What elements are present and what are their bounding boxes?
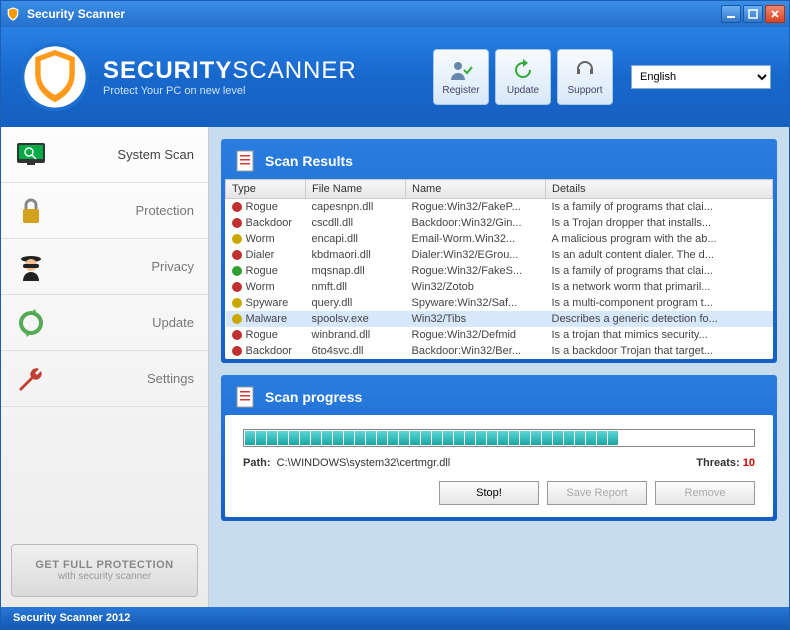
col-name[interactable]: Name	[406, 180, 546, 199]
save-report-button[interactable]: Save Report	[547, 481, 647, 505]
scan-path: Path: C:\WINDOWS\system32\certmgr.dll	[243, 457, 450, 469]
scan-results-panel: Scan Results Type File Name Name Details…	[221, 139, 777, 363]
table-row[interactable]: Backdoor6to4svc.dllBackdoor:Win32/Ber...…	[226, 343, 773, 359]
gear-refresh-icon	[15, 307, 47, 339]
table-row[interactable]: Roguecapesnpn.dllRogue:Win32/FakeP...Is …	[226, 199, 773, 216]
monitor-scan-icon	[15, 139, 47, 171]
col-filename[interactable]: File Name	[306, 180, 406, 199]
document-list-icon	[233, 385, 257, 409]
table-row[interactable]: Dialerkbdmaori.dllDialer:Win32/EGrou...I…	[226, 247, 773, 263]
main-content: Scan Results Type File Name Name Details…	[209, 127, 789, 607]
close-button[interactable]	[765, 5, 785, 23]
header: SECURITYSCANNER Protect Your PC on new l…	[1, 27, 789, 127]
sidebar-item-label: Privacy	[59, 259, 194, 274]
spy-icon	[15, 251, 47, 283]
sidebar-item-label: System Scan	[59, 147, 194, 162]
window-title: Security Scanner	[27, 7, 125, 21]
progress-bar	[243, 429, 755, 447]
table-row[interactable]: Backdoorcscdll.dllBackdoor:Win32/Gin...I…	[226, 215, 773, 231]
statusbar: Security Scanner 2012	[1, 607, 789, 629]
results-table: Type File Name Name Details Roguecapesnp…	[225, 179, 773, 359]
table-row[interactable]: Wormnmft.dllWin32/ZotobIs a network worm…	[226, 279, 773, 295]
refresh-icon	[511, 58, 535, 82]
headset-icon	[573, 58, 597, 82]
app-window: Security Scanner SECURITYSCANNER Protect…	[0, 0, 790, 630]
logo-shield-icon	[19, 41, 91, 113]
table-row[interactable]: Malwarespoolsv.exeWin32/TibsDescribes a …	[226, 311, 773, 327]
sidebar-item-settings[interactable]: Settings	[1, 351, 208, 407]
sidebar-item-protection[interactable]: Protection	[1, 183, 208, 239]
table-row[interactable]: Wormencapi.dllEmail-Worm.Win32...A malic…	[226, 231, 773, 247]
lock-icon	[15, 195, 47, 227]
stop-button[interactable]: Stop!	[439, 481, 539, 505]
table-row[interactable]: Roguewinbrand.dllRogue:Win32/DefmidIs a …	[226, 327, 773, 343]
sidebar-item-label: Settings	[59, 371, 194, 386]
sidebar-item-label: Protection	[59, 203, 194, 218]
maximize-button[interactable]	[743, 5, 763, 23]
register-button[interactable]: Register	[433, 49, 489, 105]
sidebar-item-system-scan[interactable]: System Scan	[1, 127, 208, 183]
language-select[interactable]: English	[631, 65, 771, 89]
sidebar-item-label: Update	[59, 315, 194, 330]
update-button[interactable]: Update	[495, 49, 551, 105]
minimize-button[interactable]	[721, 5, 741, 23]
sidebar: System Scan Protection Privacy Update Se…	[1, 127, 209, 607]
titlebar: Security Scanner	[1, 1, 789, 27]
logo-text: SECURITYSCANNER Protect Your PC on new l…	[103, 57, 357, 97]
scan-progress-panel: Scan progress Path: C:\WINDOWS\system32\…	[221, 375, 777, 521]
col-details[interactable]: Details	[546, 180, 773, 199]
sidebar-item-update[interactable]: Update	[1, 295, 208, 351]
get-full-protection-button[interactable]: GET FULL PROTECTION with security scanne…	[11, 544, 198, 597]
user-check-icon	[449, 58, 473, 82]
table-row[interactable]: Roguemqsnap.dllRogue:Win32/FakeS...Is a …	[226, 263, 773, 279]
document-list-icon	[233, 149, 257, 173]
threats-count: Threats: 10	[696, 457, 755, 469]
sidebar-item-privacy[interactable]: Privacy	[1, 239, 208, 295]
remove-button[interactable]: Remove	[655, 481, 755, 505]
table-row[interactable]: Spywarequery.dllSpyware:Win32/Saf...Is a…	[226, 295, 773, 311]
wrench-icon	[15, 363, 47, 395]
col-type[interactable]: Type	[226, 180, 306, 199]
support-button[interactable]: Support	[557, 49, 613, 105]
shield-icon	[5, 6, 21, 22]
